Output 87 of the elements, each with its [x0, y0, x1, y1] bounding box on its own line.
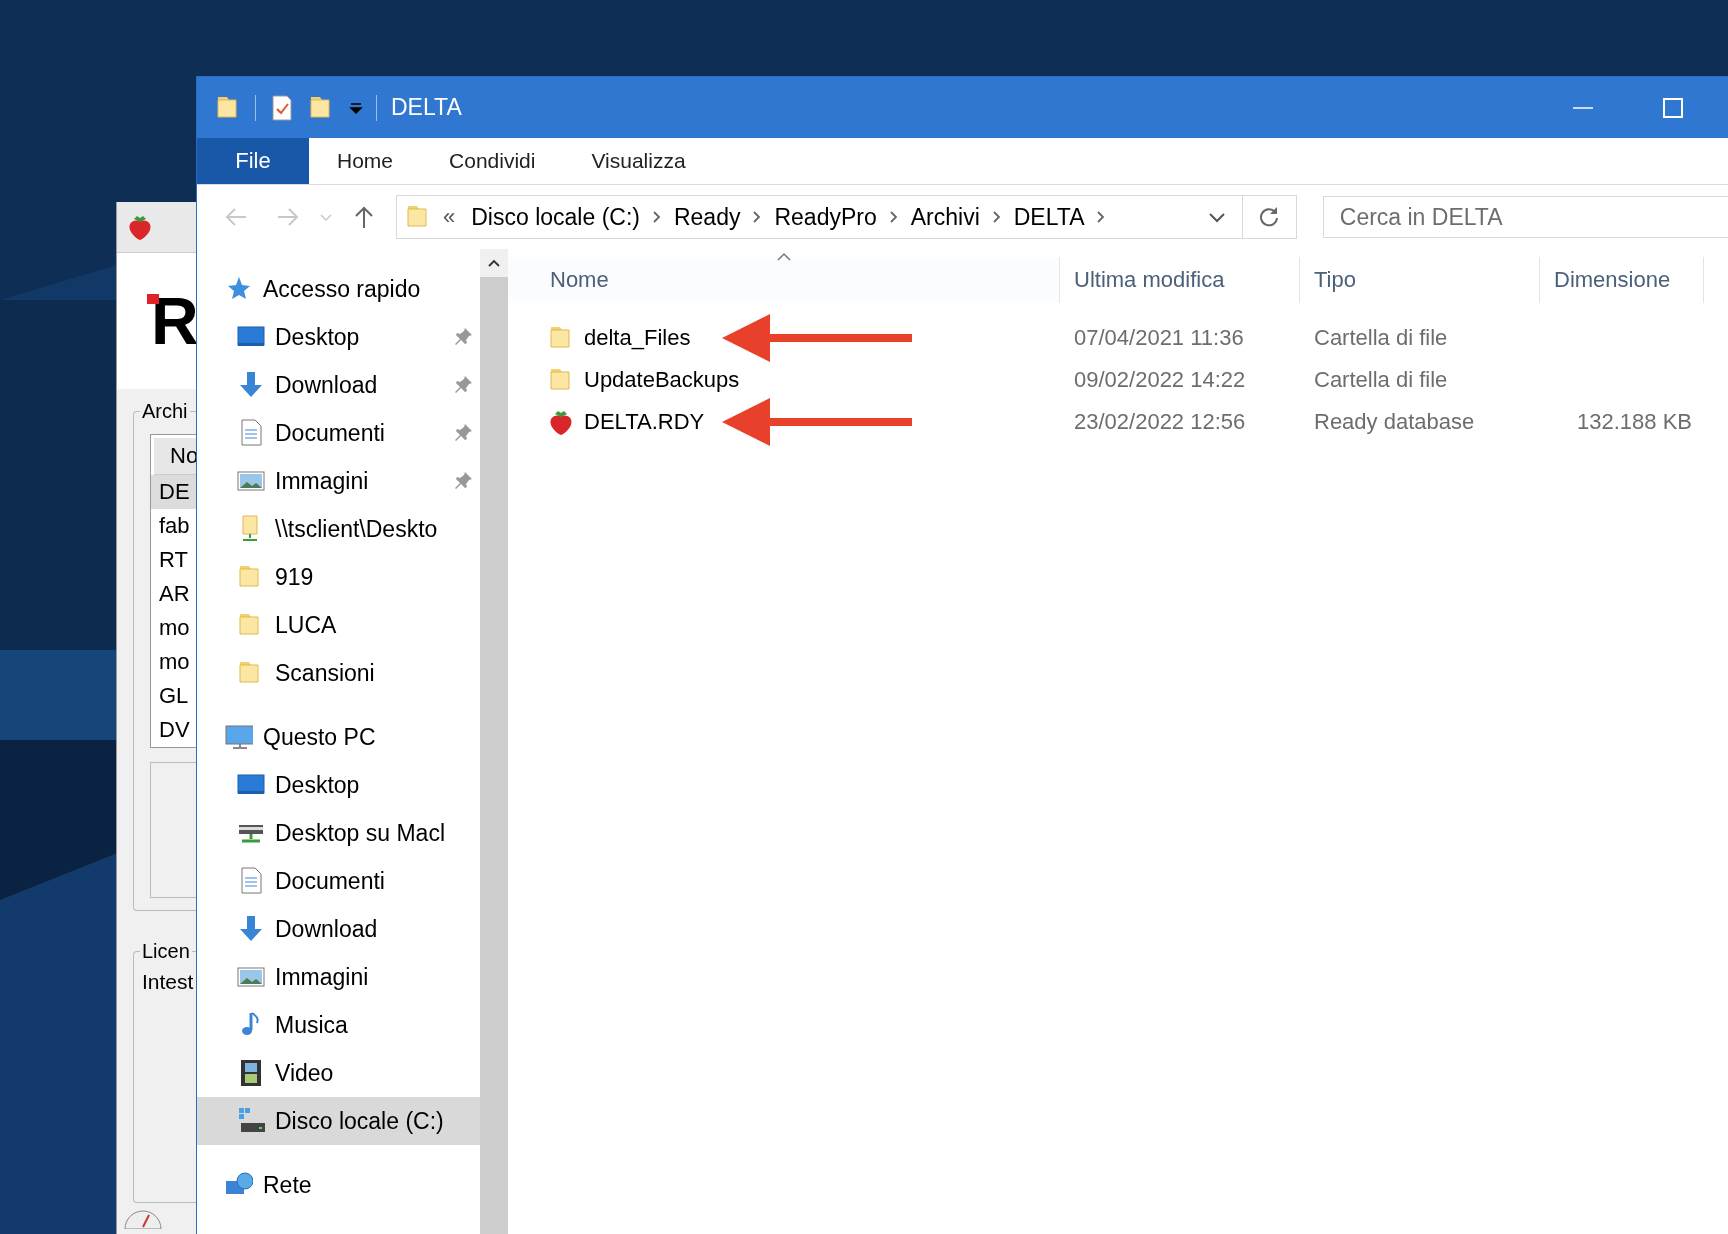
item-label: \\tsclient\Deskto [275, 515, 439, 543]
logo: R [147, 288, 198, 354]
file-name: delta_Files [584, 325, 691, 351]
item-label: Documenti [275, 867, 386, 895]
table-cell-text: Cartella di file [1313, 367, 1449, 393]
table-cell-text: 07/04/2021 11:36 [1073, 325, 1245, 351]
breadcrumb[interactable]: Ready [673, 203, 741, 231]
item-label: Scansioni [275, 659, 376, 687]
navigation-item[interactable]: Desktop su Macl [197, 809, 480, 857]
item-label: Desktop [275, 323, 361, 351]
item-label: LUCA [275, 611, 338, 639]
navigation-item[interactable]: Disco locale (C:) [197, 1097, 480, 1145]
compass-icon [123, 1209, 163, 1229]
column-header[interactable]: Tipo [1300, 257, 1540, 303]
item-label: Immagini [275, 467, 370, 495]
window-title: DELTA [391, 94, 463, 121]
download-arrow-icon [237, 915, 265, 943]
refresh-button[interactable] [1242, 195, 1297, 239]
navigation-item[interactable]: Download [197, 361, 480, 409]
item-label: Disco locale (C:) [275, 1107, 445, 1135]
navigation-item[interactable]: Download [197, 905, 480, 953]
file-row[interactable]: delta_Files 07/04/2021 11:36 Cartella di file [508, 317, 1728, 359]
address-bar[interactable]: « Disco locale (C:) Ready ReadyPro Archivi DELTA [396, 195, 1243, 239]
ribbon-tab[interactable]: Condividi [421, 138, 564, 184]
navigation-item[interactable]: Scansioni [197, 649, 480, 697]
navigation-item[interactable]: Immagini [197, 953, 480, 1001]
item-label: Accesso rapido [263, 275, 422, 303]
list-item[interactable]: RT [151, 543, 198, 577]
item-label: Desktop [275, 771, 361, 799]
navigation-item[interactable]: Immagini [197, 457, 480, 505]
search-field[interactable]: Cerca in DELTA [1322, 196, 1728, 238]
breadcrumb[interactable]: Disco locale (C:) [471, 203, 640, 231]
file-row[interactable]: DELTA.RDY 23/02/2022 12:56 Ready database 132.188 KB [508, 401, 1728, 443]
column-header[interactable]: Dimensione [1540, 257, 1704, 303]
scroll-up-icon[interactable] [480, 249, 508, 277]
file-name: UpdateBackups [584, 367, 740, 393]
ribbon-tab[interactable]: Visualizza [563, 138, 714, 184]
item-label: Questo PC [263, 723, 377, 751]
item-label: Documenti [275, 419, 386, 447]
file-menu-button[interactable]: File [197, 138, 309, 184]
field-label: Intest [142, 970, 195, 994]
list-item[interactable]: GL [151, 679, 198, 713]
file-row[interactable]: UpdateBackups 09/02/2022 14:22 Cartella di file [508, 359, 1728, 401]
breadcrumb[interactable]: DELTA [1013, 203, 1085, 231]
breadcrumb[interactable]: ReadyPro [774, 203, 877, 231]
navigation-item[interactable]: Rete [197, 1161, 480, 1209]
table-cell-text: 23/02/2022 12:56 [1073, 409, 1247, 435]
item-label: Video [275, 1059, 335, 1087]
list-item[interactable]: mo [151, 645, 198, 679]
table-cell: 132.188 KB [1577, 409, 1692, 434]
ribbon-tab[interactable]: Home [309, 138, 422, 184]
list-item[interactable]: AR [151, 577, 198, 611]
file-name: DELTA.RDY [584, 409, 705, 435]
navigation-item[interactable]: Video [197, 1049, 480, 1097]
navigation-item[interactable]: Documenti [197, 857, 480, 905]
item-label: Immagini [275, 963, 370, 991]
navigation-item[interactable]: 919 [197, 553, 480, 601]
overflow-chevron[interactable]: « [443, 204, 456, 230]
breadcrumb[interactable]: Archivi [910, 203, 980, 231]
navigation-item[interactable]: LUCA [197, 601, 480, 649]
list-item[interactable]: fab [151, 509, 198, 543]
navigation-item[interactable]: Questo PC [197, 713, 480, 761]
table-cell-text: Cartella di file [1313, 325, 1449, 351]
navigation-item[interactable]: Desktop [197, 313, 480, 361]
item-label: Download [275, 371, 379, 399]
item-label: 919 [275, 563, 315, 591]
item-label: Rete [263, 1171, 313, 1199]
navigation-item[interactable]: Accesso rapido [197, 265, 480, 313]
download-arrow-icon [237, 371, 265, 399]
item-label: Download [275, 915, 379, 943]
navigation-item[interactable]: Documenti [197, 409, 480, 457]
navigation-item[interactable]: \\tsclient\Deskto [197, 505, 480, 553]
navigation-item[interactable]: Desktop [197, 761, 480, 809]
list-item[interactable]: DE [151, 475, 198, 509]
list-item[interactable]: mo [151, 611, 198, 645]
column-header[interactable]: Ultima modifica [1060, 257, 1300, 303]
list-item[interactable]: DV [151, 713, 198, 747]
navigation-item[interactable]: Musica [197, 1001, 480, 1049]
item-label: Musica [275, 1011, 349, 1039]
scrollbar[interactable] [480, 249, 508, 1234]
table-cell-text: Ready database [1313, 409, 1476, 435]
maximize-icon[interactable] [1661, 95, 1685, 120]
computer-icon [225, 723, 253, 751]
item-label: Desktop su Macl [275, 819, 446, 847]
sort-caret-icon [775, 251, 792, 261]
hard-drive-icon [237, 1107, 265, 1135]
table-cell-text: 09/02/2022 14:22 [1073, 367, 1247, 393]
